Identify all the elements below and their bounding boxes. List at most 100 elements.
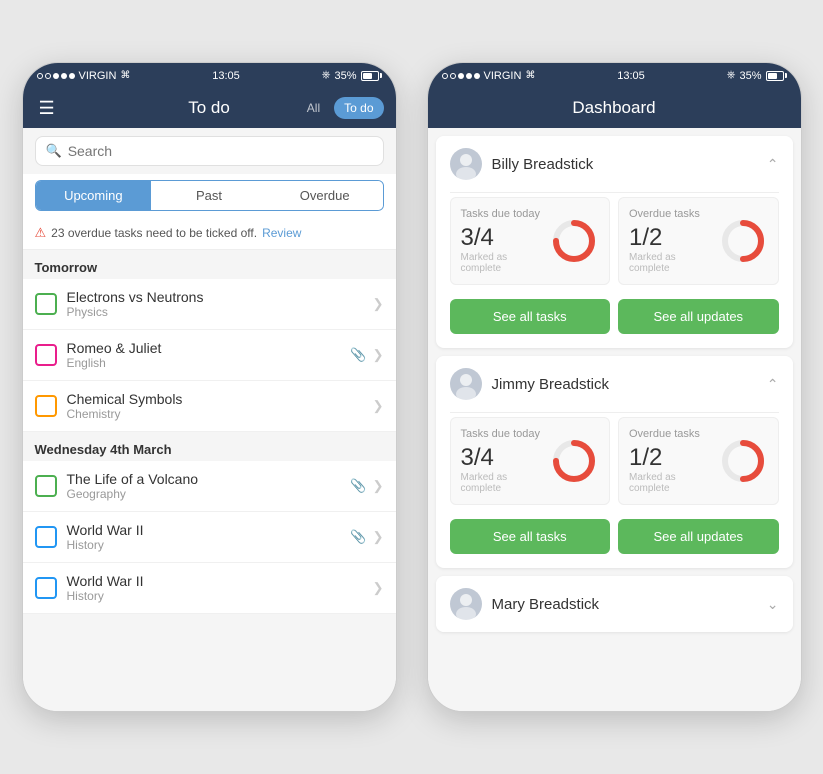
chevron-right-icon: ❯ (373, 580, 384, 596)
overdue-label-jimmy: Overdue tasks (629, 428, 718, 440)
task-checkbox (35, 577, 57, 599)
header-tab-group: All To do (297, 97, 384, 119)
student-info-mary: Mary Breadstick (450, 588, 600, 620)
time-display: 13:05 (212, 70, 240, 82)
overdue-donut (718, 216, 768, 266)
task-item[interactable]: The Life of a Volcano Geography 📎 ❯ (23, 461, 396, 512)
task-text: Electrons vs Neutrons Physics (67, 289, 363, 319)
wifi-icon: ⌘ (525, 70, 535, 81)
filter-overdue[interactable]: Overdue (267, 181, 383, 210)
task-name: Romeo & Juliet (67, 340, 341, 356)
task-subject: History (67, 538, 341, 552)
task-text: Chemical Symbols Chemistry (67, 391, 363, 421)
section-wednesday: Wednesday 4th March (23, 432, 396, 461)
see-all-tasks-btn-billy[interactable]: See all tasks (450, 299, 611, 334)
filter-past[interactable]: Past (151, 181, 267, 210)
carrier-label: VIRGIN (79, 70, 117, 82)
student-name-jimmy: Jimmy Breadstick (492, 376, 610, 393)
task-actions: ❯ (373, 296, 384, 312)
student-card-mary: Mary Breadstick ⌄ (436, 576, 793, 632)
battery-icon (766, 71, 787, 81)
wifi-icon: ⌘ (120, 70, 130, 81)
chevron-right-icon: ❯ (373, 296, 384, 312)
task-item[interactable]: Chemical Symbols Chemistry ❯ (23, 381, 396, 432)
menu-icon[interactable]: ☰ (39, 98, 55, 119)
stat-overdue: Overdue tasks 1/2 Marked as complete (618, 197, 779, 285)
chevron-up-icon[interactable]: ⌃ (767, 156, 779, 173)
task-item[interactable]: World War II History 📎 ❯ (23, 512, 396, 563)
tasks-due-label-jimmy: Tasks due today (461, 428, 550, 440)
stats-row-jimmy: Tasks due today 3/4 Marked as complete O… (436, 413, 793, 519)
student-name-billy: Billy Breadstick (492, 156, 594, 173)
chevron-right-icon: ❯ (373, 347, 384, 363)
tasks-fraction: 3/4 (461, 224, 550, 252)
overdue-marked-jimmy: Marked as complete (629, 472, 718, 494)
status-right: ⎈ 35% (727, 69, 787, 82)
bluetooth-icon: ⎈ (727, 69, 736, 82)
section-tomorrow: Tomorrow (23, 250, 396, 279)
tasks-donut-jimmy (549, 436, 599, 486)
filter-upcoming[interactable]: Upcoming (36, 181, 152, 210)
task-checkbox (35, 475, 57, 497)
task-item[interactable]: World War II History ❯ (23, 563, 396, 614)
task-checkbox (35, 344, 57, 366)
task-text: Romeo & Juliet English (67, 340, 341, 370)
avatar-billy (450, 148, 482, 180)
chevron-right-icon: ❯ (373, 529, 384, 545)
tasks-fraction-jimmy: 3/4 (461, 444, 550, 472)
pin-icon: 📎 (350, 347, 366, 363)
task-checkbox (35, 293, 57, 315)
task-subject: History (67, 589, 363, 603)
student-header-jimmy: Jimmy Breadstick ⌃ (436, 356, 793, 412)
overdue-donut-jimmy (718, 436, 768, 486)
task-item[interactable]: Romeo & Juliet English 📎 ❯ (23, 330, 396, 381)
search-box[interactable]: 🔍 (35, 136, 384, 166)
student-info-jimmy: Jimmy Breadstick (450, 368, 610, 400)
avatar-mary (450, 588, 482, 620)
signal-icon (442, 73, 480, 79)
see-all-updates-btn-jimmy[interactable]: See all updates (618, 519, 779, 554)
status-left: VIRGIN ⌘ (442, 70, 536, 82)
dashboard-header: Dashboard (428, 88, 801, 128)
signal-icon (37, 73, 75, 79)
tab-all[interactable]: All (297, 97, 330, 119)
see-all-updates-btn-billy[interactable]: See all updates (618, 299, 779, 334)
stats-row-billy: Tasks due today 3/4 Marked as complete O… (436, 193, 793, 299)
search-icon: 🔍 (46, 143, 62, 159)
tasks-marked-jimmy: Marked as complete (461, 472, 550, 494)
chevron-down-icon-mary[interactable]: ⌄ (767, 596, 779, 613)
task-checkbox (35, 395, 57, 417)
status-left: VIRGIN ⌘ (37, 70, 131, 82)
dashboard-phone: VIRGIN ⌘ 13:05 ⎈ 35% Dashboard Bill (427, 62, 802, 712)
battery-percent: 35% (334, 70, 356, 82)
task-actions: 📎 ❯ (350, 347, 383, 363)
task-item[interactable]: Electrons vs Neutrons Physics ❯ (23, 279, 396, 330)
status-right: ⎈ 35% (322, 69, 382, 82)
search-input[interactable] (68, 143, 373, 159)
task-subject: Chemistry (67, 407, 363, 421)
dashboard-content: Billy Breadstick ⌃ Tasks due today 3/4 M… (428, 128, 801, 711)
task-actions: 📎 ❯ (350, 529, 383, 545)
overdue-label: Overdue tasks (629, 208, 718, 220)
task-name: Electrons vs Neutrons (67, 289, 363, 305)
student-header: Billy Breadstick ⌃ (436, 136, 793, 192)
filter-tab-group: Upcoming Past Overdue (35, 180, 384, 211)
student-card-jimmy: Jimmy Breadstick ⌃ Tasks due today 3/4 M… (436, 356, 793, 568)
task-text: The Life of a Volcano Geography (67, 471, 341, 501)
task-subject: Geography (67, 487, 341, 501)
tasks-donut (549, 216, 599, 266)
stat-tasks-due-jimmy: Tasks due today 3/4 Marked as complete (450, 417, 611, 505)
pin-icon: 📎 (350, 478, 366, 494)
tab-todo[interactable]: To do (334, 97, 383, 119)
task-list-scroll: Tomorrow Electrons vs Neutrons Physics ❯… (23, 250, 396, 711)
see-all-tasks-btn-jimmy[interactable]: See all tasks (450, 519, 611, 554)
stat-tasks-due: Tasks due today 3/4 Marked as complete (450, 197, 611, 285)
action-row-billy: See all tasks See all updates (436, 299, 793, 348)
review-link[interactable]: Review (262, 226, 301, 240)
bluetooth-icon: ⎈ (322, 69, 331, 82)
chevron-right-icon: ❯ (373, 478, 384, 494)
chevron-up-icon-jimmy[interactable]: ⌃ (767, 376, 779, 393)
overdue-marked: Marked as complete (629, 252, 718, 274)
battery-icon (361, 71, 382, 81)
todo-title: To do (188, 98, 230, 118)
